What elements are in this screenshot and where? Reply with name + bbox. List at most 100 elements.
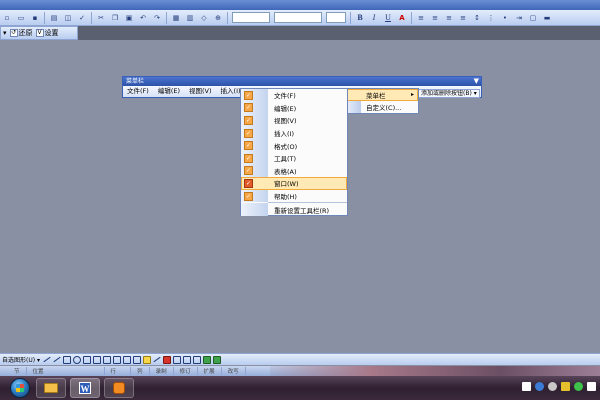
menu-file[interactable]: 文件(F) [127,86,149,97]
font-color-icon[interactable] [163,355,171,364]
line-tool-icon[interactable] [43,356,51,363]
checkmark-icon: ✓ [244,103,253,113]
submenu: 菜单栏 ▸ 自定义(C)... [346,88,419,114]
line-style-icon[interactable] [173,355,181,364]
dropdown-item-label: 表格(A) [274,167,297,176]
columns-icon[interactable]: ▥ [184,12,196,24]
dash-style-icon[interactable] [183,355,191,364]
dropdown-gutter: ✓ [241,114,268,127]
dropdown-gutter: ✓ [241,164,268,178]
dropdown-item-window[interactable]: ✓ 窗口(W) [241,177,347,190]
autoshapes-menu[interactable]: 自选图形(U) ▾ [0,355,42,364]
restore-button[interactable]: ↺ 还原 [9,28,33,38]
toolbar-divider [91,11,92,24]
dropdown-item-table[interactable]: ✓ 表格(A) [241,164,347,178]
fill-color-icon[interactable] [143,355,151,364]
submenu-item-menubar[interactable]: 菜单栏 ▸ [347,89,418,101]
status-overtype[interactable]: 改写 [222,367,246,375]
textbox-tool-icon[interactable] [83,355,91,364]
picture-icon[interactable] [133,355,141,364]
dropdown-gutter: ✓ [241,189,268,203]
menu-edit[interactable]: 编辑(E) [158,86,180,97]
cut-icon[interactable]: ✂ [95,12,107,24]
status-extend[interactable]: 扩展 [198,367,222,375]
preview-icon[interactable]: ◫ [62,12,74,24]
update-icon[interactable] [574,382,583,391]
underline-icon[interactable]: U [382,12,394,24]
zoom-icon[interactable]: ⊕ [212,12,224,24]
paste-icon[interactable]: ▣ [123,12,135,24]
menu-insert[interactable]: 插入(I) [221,86,241,97]
dropdown-item-view[interactable]: ✓ 视图(V) [241,114,347,127]
align-center-icon[interactable]: ≡ [429,12,441,24]
redo-icon[interactable]: ↷ [151,12,163,24]
status-record[interactable]: 录制 [150,367,174,375]
status-line: 行 [105,367,132,375]
clipart-icon[interactable] [123,355,131,364]
wordart-icon[interactable] [103,355,111,364]
table-icon[interactable]: ▦ [170,12,182,24]
bullets-icon[interactable]: • [499,12,511,24]
copy-icon[interactable]: ❐ [109,12,121,24]
justify-icon[interactable]: ≡ [457,12,469,24]
menu-view[interactable]: 视图(V) [189,86,212,97]
tray-app-icon[interactable] [522,382,531,391]
floating-toolbar-title[interactable]: 菜单栏 ▼ [123,77,481,86]
style-combo[interactable] [232,12,270,23]
oval-tool-icon[interactable] [73,355,81,364]
dropdown-item-file[interactable]: ✓ 文件(F) [241,89,347,102]
line-color-icon[interactable] [153,356,161,363]
diagram-icon[interactable] [113,355,121,364]
spellcheck-icon[interactable]: ✓ [76,12,88,24]
dropdown-item-help[interactable]: ✓ 帮助(H) [241,189,347,203]
border-icon[interactable]: ▢ [527,12,539,24]
taskbar-media[interactable] [104,378,134,398]
numbering-icon[interactable]: ⋮ [485,12,497,24]
help-icon[interactable] [535,382,544,391]
window-title-strip [0,0,600,10]
dropdown-item-edit[interactable]: ✓ 编辑(E) [241,101,347,115]
submenu-item-customize[interactable]: 自定义(C)... [347,101,418,113]
taskbar-word[interactable]: W [70,378,100,398]
italic-icon[interactable]: I [368,12,380,24]
volume-icon[interactable] [587,382,596,391]
indent-icon[interactable]: ⇥ [513,12,525,24]
security-icon[interactable] [561,382,570,391]
dropdown-item-format[interactable]: ✓ 格式(O) [241,139,347,152]
drawing-icon[interactable]: ◇ [198,12,210,24]
line-spacing-icon[interactable]: ↕ [471,12,483,24]
settings-button[interactable]: V 设置 [35,28,59,38]
shadow-style-icon[interactable] [203,355,211,364]
align-left-icon[interactable]: ≡ [415,12,427,24]
status-position: 位置 [27,367,105,375]
vertical-textbox-icon[interactable] [93,355,101,364]
3d-style-icon[interactable] [213,355,221,364]
dropdown-item-label: 窗口(W) [274,180,299,189]
open-icon[interactable]: ▭ [15,12,27,24]
network-icon[interactable] [548,382,557,391]
dropdown-item-tools[interactable]: ✓ 工具(T) [241,151,347,165]
toolbar-divider [166,11,167,24]
arrow-tool-icon[interactable] [53,356,61,363]
toolbar-options-icon[interactable]: ▼ [474,77,479,86]
dropdown-item-reset[interactable]: 重新设置工具栏(R) [241,203,347,216]
save-icon[interactable]: ▪ [29,12,41,24]
undo-icon[interactable]: ↶ [137,12,149,24]
font-combo[interactable] [274,12,322,23]
new-doc-icon[interactable]: ▫ [1,12,13,24]
arrow-style-icon[interactable] [193,355,201,364]
bold-icon[interactable]: B [354,12,366,24]
dropdown-item-label: 插入(I) [274,130,294,139]
taskbar-explorer[interactable] [36,378,66,398]
align-right-icon[interactable]: ≡ [443,12,455,24]
font-size-combo[interactable] [326,12,346,23]
add-remove-buttons[interactable]: 添加或删除按钮(B) ▾ [418,89,480,98]
rectangle-tool-icon[interactable] [63,355,71,364]
dropdown-item-insert[interactable]: ✓ 插入(I) [241,126,347,140]
font-color-icon[interactable]: A [396,12,408,24]
start-orb-icon[interactable] [10,378,30,398]
status-track-changes[interactable]: 修订 [174,367,198,375]
dropdown-arrow-icon[interactable]: ▾ [3,29,7,37]
highlight-icon[interactable]: ▬ [541,12,553,24]
print-icon[interactable]: ▤ [48,12,60,24]
